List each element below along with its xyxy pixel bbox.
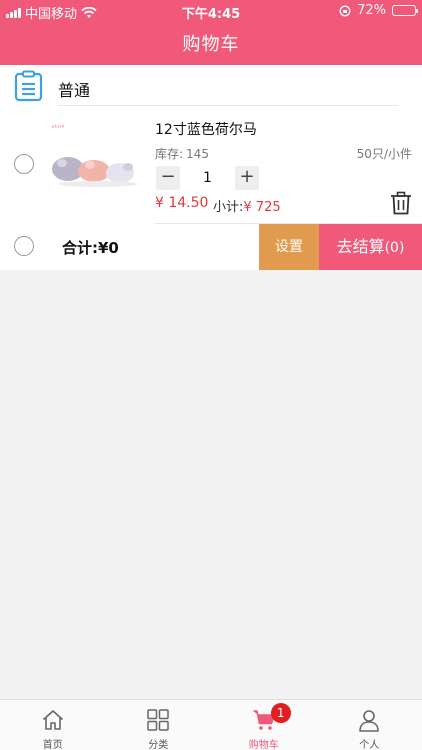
total-label: 合计: — [62, 239, 98, 257]
top-bar: 中国移动 下午4:45 72% 购物车 — [0, 0, 422, 65]
tab-cart[interactable]: 1 购物车 — [211, 700, 317, 750]
clipboard-icon — [14, 70, 43, 102]
tab-label: 分类 — [148, 740, 169, 750]
stock-label: 库存: — [155, 147, 184, 161]
tab-label: 首页 — [42, 740, 63, 750]
stock-info: 库存: 145 — [155, 145, 209, 162]
total-value: ¥0 — [98, 239, 119, 257]
increase-button[interactable]: + — [235, 166, 259, 190]
quantity-value[interactable]: 1 — [180, 170, 235, 186]
pack-size: 50只/小件 — [356, 147, 412, 161]
home-icon — [42, 710, 63, 730]
item-select-radio[interactable] — [14, 154, 34, 174]
bottom-tab-bar: 首页 分类 1 购物车 个人 — [0, 699, 422, 750]
rotation-lock-icon — [339, 5, 351, 16]
settings-button[interactable]: 设置 — [259, 224, 319, 270]
stock-value: 145 — [186, 147, 209, 161]
page-title: 购物车 — [182, 34, 240, 55]
select-all-radio[interactable] — [14, 236, 34, 256]
unit-price: ¥ 14.50 — [155, 195, 209, 211]
checkout-label: 去结算 — [336, 237, 385, 256]
decrease-button[interactable]: − — [156, 166, 180, 190]
tab-profile[interactable]: 个人 — [317, 700, 422, 750]
status-bar: 中国移动 下午4:45 72% — [0, 0, 422, 22]
tab-category[interactable]: 分类 — [106, 700, 212, 750]
grid-icon — [147, 709, 169, 731]
quantity-stepper: − 1 + — [156, 166, 259, 190]
battery-percent: 72% — [357, 3, 386, 18]
checkout-button[interactable]: 去结算(0) — [319, 224, 422, 270]
divider — [58, 105, 398, 106]
tab-label: 购物车 — [248, 740, 279, 750]
cart-summary-bar: 合计:¥0 设置 去结算(0) — [0, 224, 422, 270]
subtotal-value: ¥ 725 — [243, 200, 281, 215]
cart-card: 普通 ᵖˡᵘˢʰ 12寸蓝色荷尔马 库存: 145 50只/小件 − 1 + ¥ … — [0, 65, 422, 270]
subtotal-label: 小计: — [213, 200, 244, 215]
tab-home[interactable]: 首页 — [0, 700, 106, 750]
tab-label: 个人 — [359, 740, 380, 750]
battery-icon — [392, 5, 418, 16]
svg-text:ᵖˡᵘˢʰ: ᵖˡᵘˢʰ — [52, 124, 65, 132]
product-image: ᵖˡᵘˢʰ — [52, 124, 138, 187]
cart-total: 合计:¥0 — [62, 237, 119, 258]
cart-group-header: 普通 — [0, 65, 422, 106]
item-subtotal: 小计:¥ 725 — [213, 196, 281, 215]
product-name: 12寸蓝色荷尔马 — [155, 122, 257, 138]
trash-icon[interactable] — [389, 191, 413, 215]
group-name: 普通 — [58, 81, 91, 100]
cart-badge: 1 — [270, 703, 291, 723]
checkout-count: (0) — [384, 240, 405, 256]
user-icon — [359, 710, 380, 732]
